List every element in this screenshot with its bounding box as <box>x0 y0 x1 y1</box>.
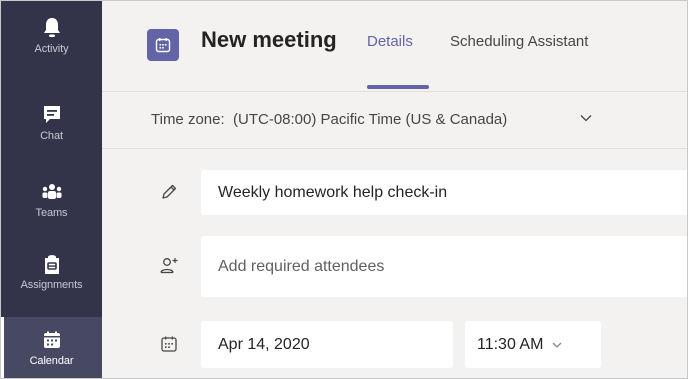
rail-item-calendar[interactable]: Calendar <box>1 317 102 378</box>
timezone-select[interactable]: (UTC-08:00) Pacific Time (US & Canada) <box>233 111 507 128</box>
start-date-value: Apr 14, 2020 <box>218 335 310 353</box>
meeting-title-value: Weekly homework help check-in <box>218 183 448 201</box>
tab-selected-indicator <box>367 85 429 89</box>
calendar-app-icon <box>147 29 179 61</box>
page-title: New meeting <box>201 27 337 52</box>
assignments-icon <box>43 251 61 277</box>
start-date-field[interactable]: Apr 14, 2020 <box>201 321 453 368</box>
add-person-icon <box>158 255 180 277</box>
rail-item-label: Chat <box>40 130 63 142</box>
timezone-row: Time zone: (UTC-08:00) Pacific Time (US … <box>102 92 687 149</box>
calendar-icon <box>158 333 180 355</box>
rail-item-activity[interactable]: Activity <box>1 15 102 75</box>
tab-scheduling-assistant[interactable]: Scheduling Assistant <box>450 33 588 50</box>
chevron-down-icon <box>551 339 563 351</box>
attendees-input[interactable]: Add required attendees <box>201 236 687 297</box>
meeting-header: New meeting Details Scheduling Assistant <box>102 1 687 92</box>
meeting-title-input[interactable]: Weekly homework help check-in <box>201 170 687 215</box>
pencil-icon <box>158 181 180 203</box>
rail-item-assignments[interactable]: Assignments <box>1 251 102 309</box>
rail-item-teams[interactable]: Teams <box>1 179 102 237</box>
new-meeting-pane: New meeting Details Scheduling Assistant… <box>102 1 687 378</box>
start-time-dropdown[interactable]: 11:30 AM <box>465 321 601 368</box>
rail-item-label: Activity <box>34 43 69 55</box>
timezone-label: Time zone: <box>151 111 225 128</box>
rail-item-label: Assignments <box>20 279 83 291</box>
start-time-value: 11:30 AM <box>477 335 544 353</box>
app-rail: Activity Chat Teams Assignments Calendar <box>1 1 102 378</box>
teams-icon <box>41 179 63 205</box>
rail-item-label: Teams <box>35 207 68 219</box>
teams-window: Activity Chat Teams Assignments Calendar… <box>0 0 688 379</box>
attendees-placeholder: Add required attendees <box>218 257 385 275</box>
calendar-icon <box>43 327 61 353</box>
chevron-down-icon[interactable] <box>579 111 593 130</box>
tab-details[interactable]: Details <box>367 33 413 50</box>
chat-icon <box>43 102 61 128</box>
rail-item-label: Calendar <box>29 355 74 367</box>
bell-icon <box>43 15 61 41</box>
rail-item-chat[interactable]: Chat <box>1 102 102 158</box>
